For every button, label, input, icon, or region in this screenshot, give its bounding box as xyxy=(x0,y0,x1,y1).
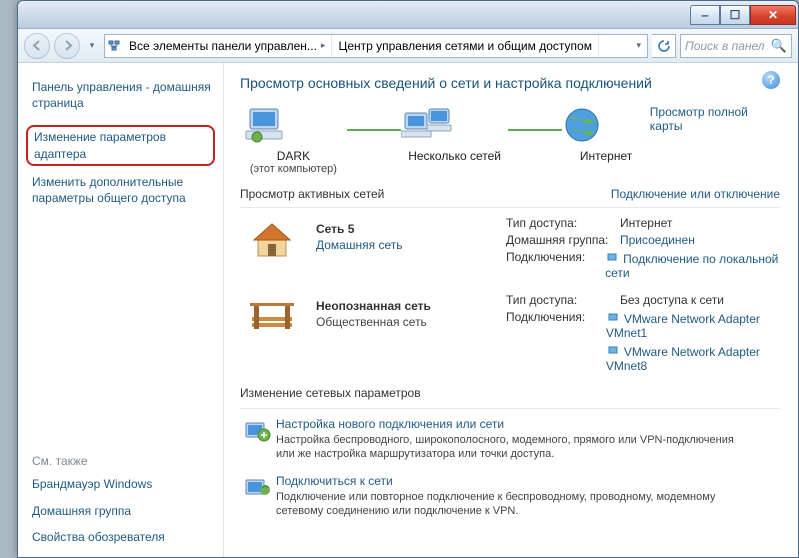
breadcrumb-label: Центр управления сетями и общим доступом xyxy=(338,39,592,53)
sidebar-firewall[interactable]: Брандмауэр Windows xyxy=(32,476,211,492)
network-block-2: Неопознанная сеть Общественная сеть Тип … xyxy=(240,293,780,376)
arrow-left-icon xyxy=(32,40,43,51)
ethernet-icon xyxy=(606,310,620,324)
ethernet-icon xyxy=(605,250,619,264)
sidebar-homegroup[interactable]: Домашняя группа xyxy=(32,503,211,519)
connections-label: Подключения: xyxy=(506,310,606,340)
search-icon: 🔍 xyxy=(771,38,787,54)
sidebar-advanced-sharing[interactable]: Изменить дополнительные параметры общего… xyxy=(32,174,211,206)
page-title: Просмотр основных сведений о сети и наст… xyxy=(240,75,780,91)
connect-network-icon xyxy=(240,474,276,519)
network-map: DARK (этот компьютер) Несколько сетей xyxy=(240,105,780,175)
nav-back-button[interactable] xyxy=(24,33,50,59)
access-type-value: Интернет xyxy=(620,216,672,230)
refresh-button[interactable] xyxy=(652,34,676,58)
access-type-value: Без доступа к сети xyxy=(620,293,724,307)
navbar: ▾ Все элементы панели управлен...▸ Центр… xyxy=(18,29,798,63)
refresh-icon xyxy=(658,40,670,52)
ethernet-icon xyxy=(606,343,620,357)
close-button[interactable]: ✕ xyxy=(750,5,796,25)
see-also-heading: См. также xyxy=(32,454,211,468)
network-center-icon xyxy=(105,35,123,57)
setup-new-connection: Настройка нового подключения или сети На… xyxy=(240,417,780,462)
full-map-link[interactable]: Просмотр полной карты xyxy=(650,105,780,133)
connections-label: Подключения: xyxy=(506,250,605,280)
network-name: Неопознанная сеть xyxy=(316,299,506,313)
network-type-label: Общественная сеть xyxy=(316,315,506,329)
breadcrumb-label: Все элементы панели управлен... xyxy=(129,39,317,53)
connect-to-network-desc: Подключение или повторное подключение к … xyxy=(276,490,746,519)
multiple-networks-icon xyxy=(401,105,453,145)
network-type-link[interactable]: Домашняя сеть xyxy=(316,238,506,252)
breadcrumb-segment-1[interactable]: Все элементы панели управлен...▸ xyxy=(123,35,332,57)
sidebar-home-link[interactable]: Панель управления - домашняя страница xyxy=(32,79,211,111)
homegroup-value[interactable]: Присоединен xyxy=(620,233,695,247)
nav-history-dropdown[interactable]: ▾ xyxy=(84,34,100,58)
change-settings-heading: Изменение сетевых параметров xyxy=(240,386,780,400)
map-this-pc: DARK (этот компьютер) xyxy=(240,105,347,175)
public-network-icon xyxy=(240,293,304,341)
arrow-right-icon xyxy=(62,40,73,51)
connection-link[interactable]: VMware Network Adapter VMnet8 xyxy=(606,343,780,373)
map-internet: Интернет xyxy=(562,105,649,163)
breadcrumb-dropdown[interactable]: ▾ xyxy=(630,35,647,57)
access-type-label: Тип доступа: xyxy=(506,216,620,230)
access-type-label: Тип доступа: xyxy=(506,293,620,307)
pc-name-label: DARK xyxy=(240,149,347,163)
network-block-1: Сеть 5 Домашняя сеть Тип доступа:Интерне… xyxy=(240,216,780,283)
map-middle: Несколько сетей xyxy=(401,105,508,163)
address-bar[interactable]: Все элементы панели управлен...▸ Центр у… xyxy=(104,34,648,58)
home-network-icon xyxy=(240,216,304,264)
pc-sub-label: (этот компьютер) xyxy=(240,163,347,175)
setup-new-connection-link[interactable]: Настройка нового подключения или сети xyxy=(276,417,746,431)
connect-disconnect-link[interactable]: Подключение или отключение xyxy=(611,187,780,201)
nav-forward-button[interactable] xyxy=(54,33,80,59)
minimize-button[interactable]: ‒ xyxy=(690,5,720,25)
homegroup-label: Домашняя группа: xyxy=(506,233,620,247)
internet-label: Интернет xyxy=(562,149,649,163)
breadcrumb-segment-2[interactable]: Центр управления сетями и общим доступом xyxy=(332,35,599,57)
connect-to-network-link[interactable]: Подключиться к сети xyxy=(276,474,746,488)
connect-to-network: Подключиться к сети Подключение или повт… xyxy=(240,474,780,519)
network-name: Сеть 5 xyxy=(316,222,506,236)
help-button[interactable]: ? xyxy=(762,71,780,89)
new-connection-icon xyxy=(240,417,276,462)
titlebar: ‒ ☐ ✕ xyxy=(18,1,798,29)
connection-link[interactable]: VMware Network Adapter VMnet1 xyxy=(606,310,780,340)
control-panel-window: ‒ ☐ ✕ ▾ Все элементы панели управлен...▸… xyxy=(17,0,799,558)
connection-link[interactable]: Подключение по локальной сети xyxy=(605,250,780,280)
content-area: ? Просмотр основных сведений о сети и на… xyxy=(224,63,798,557)
computer-icon xyxy=(240,105,288,145)
sidebar-adapter-settings[interactable]: Изменение параметров адаптера xyxy=(26,125,215,165)
active-networks-heading: Просмотр активных сетей xyxy=(240,187,384,201)
search-placeholder: Поиск в панел xyxy=(685,39,765,53)
sidebar-internet-options[interactable]: Свойства обозревателя xyxy=(32,529,211,545)
middle-label: Несколько сетей xyxy=(401,149,508,163)
search-input[interactable]: Поиск в панел 🔍 xyxy=(680,34,792,58)
maximize-button[interactable]: ☐ xyxy=(720,5,750,25)
globe-icon xyxy=(562,105,602,145)
setup-new-connection-desc: Настройка беспроводного, широкополосного… xyxy=(276,433,746,462)
sidebar: Панель управления - домашняя страница Из… xyxy=(18,63,224,557)
